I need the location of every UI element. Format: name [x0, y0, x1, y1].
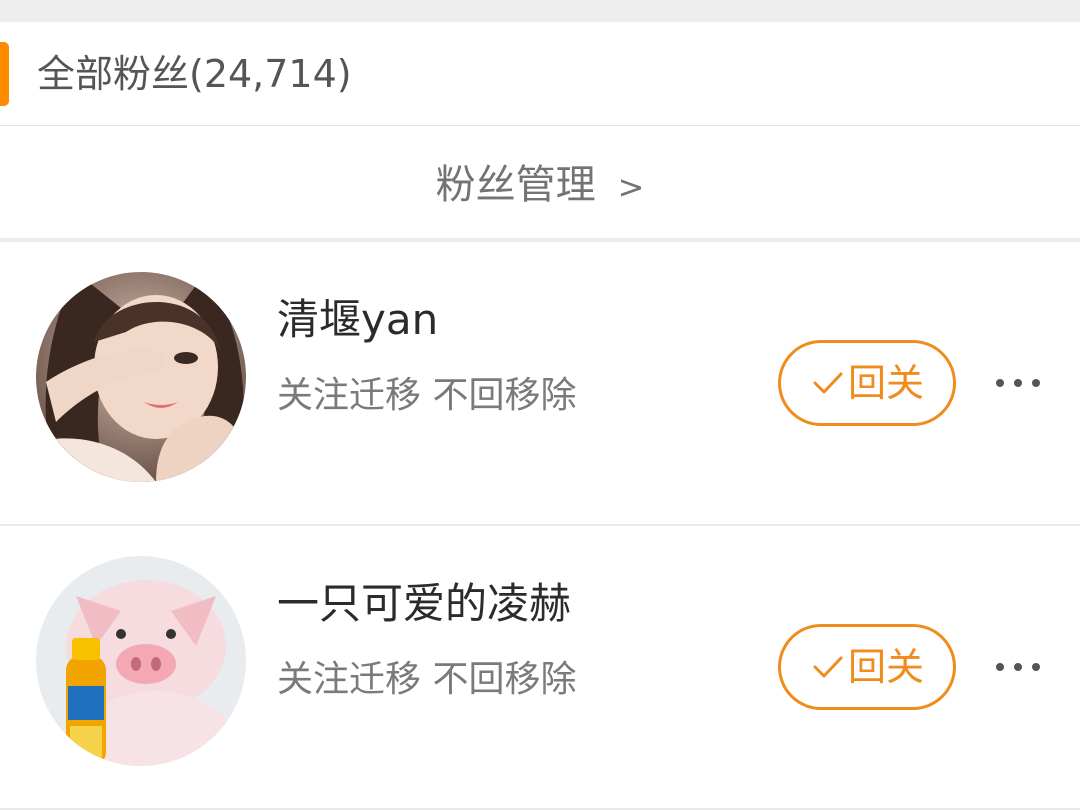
fan-name[interactable]: 一只可爱的凌赫 [277, 574, 571, 634]
more-dot [996, 379, 1004, 387]
chevron-right-icon: > [617, 168, 645, 206]
more-dot [1014, 663, 1022, 671]
fan-subtitle: 关注迁移 不回移除 [277, 375, 577, 416]
piglet-with-drink-icon [36, 556, 246, 766]
fan-management-label: 粉丝管理 [435, 162, 596, 208]
fan-name[interactable]: 清堰yan [277, 290, 438, 350]
more-dot [1032, 379, 1040, 387]
follow-back-button[interactable]: 回关 [778, 624, 956, 710]
follow-back-label: 回关 [847, 645, 924, 689]
woman-portrait-icon [36, 272, 246, 482]
fan-subtitle: 关注迁移 不回移除 [277, 659, 577, 700]
checkmark-icon [813, 656, 843, 678]
top-divider-strip [0, 0, 1080, 22]
follow-back-button[interactable]: 回关 [778, 340, 956, 426]
avatar[interactable] [36, 556, 246, 766]
section-title: 全部粉丝(24,714) [37, 52, 352, 96]
fan-list-item[interactable]: 清堰yan 关注迁移 不回移除 回关 [0, 242, 1080, 526]
more-dot [1032, 663, 1040, 671]
more-dot [1014, 379, 1022, 387]
follow-back-label: 回关 [847, 361, 924, 405]
more-dot [996, 663, 1004, 671]
more-options-icon[interactable] [990, 358, 1046, 408]
more-options-icon[interactable] [990, 642, 1046, 692]
checkmark-icon [813, 372, 843, 394]
fan-list-item[interactable]: 一只可爱的凌赫 关注迁移 不回移除 回关 [0, 526, 1080, 810]
fan-management-link[interactable]: 粉丝管理 > [436, 159, 645, 213]
avatar[interactable] [36, 272, 246, 482]
fan-management-row[interactable]: 粉丝管理 > [0, 126, 1080, 238]
section-accent-bar [0, 42, 9, 106]
fans-section-header: 全部粉丝(24,714) [0, 22, 1080, 126]
